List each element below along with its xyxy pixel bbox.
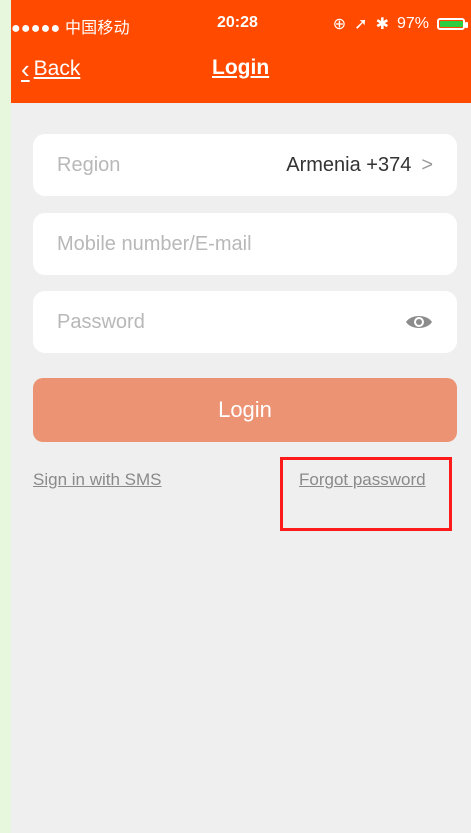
back-label: Back — [33, 57, 81, 80]
region-value-text: Armenia +374 — [286, 153, 412, 176]
forgot-password-link[interactable]: Forgot password — [299, 470, 455, 490]
battery-cap — [465, 22, 468, 28]
password-placeholder: Password — [57, 310, 145, 333]
chevron-right-icon: > — [421, 153, 433, 176]
page-title: Login — [212, 56, 270, 79]
status-bar: ●●●●● 中国移动 20:28 ⊕ ➚ ✱ 97% — [11, 0, 471, 40]
region-value: Armenia +374 > — [286, 154, 433, 177]
eye-icon[interactable] — [405, 313, 433, 331]
mobile-email-field[interactable]: Mobile number/E-mail — [33, 213, 457, 275]
chevron-left-icon: ‹ — [21, 54, 30, 84]
login-button[interactable]: Login — [33, 378, 457, 442]
region-label: Region — [57, 153, 121, 176]
mobile-email-placeholder: Mobile number/E-mail — [57, 232, 252, 255]
status-indicators: ⊕ ➚ ✱ 97% — [332, 14, 468, 34]
battery-percent: 97% — [396, 15, 429, 32]
battery-fill — [440, 21, 464, 27]
back-button[interactable]: ‹ Back — [21, 56, 80, 82]
highlight-box — [280, 457, 452, 531]
header-bar: ●●●●● 中国移动 20:28 ⊕ ➚ ✱ 97% ‹ Back Login — [11, 0, 471, 103]
left-margin-strip — [0, 0, 11, 833]
navigation-arrow-icon: ➚ — [354, 16, 368, 33]
battery-icon — [437, 18, 468, 30]
phone-screen: ●●●●● 中国移动 20:28 ⊕ ➚ ✱ 97% ‹ Back Login … — [11, 0, 471, 833]
bluetooth-icon: ✱ — [375, 16, 389, 33]
sign-in-with-sms-link[interactable]: Sign in with SMS — [33, 470, 162, 490]
region-selector[interactable]: Region Armenia +374 > — [33, 134, 457, 196]
location-icon: ⊕ — [332, 16, 347, 33]
carrier-label: ●●●●● 中国移动 — [11, 20, 130, 37]
status-time: 20:28 — [217, 14, 258, 31]
password-field[interactable]: Password — [33, 291, 457, 353]
nav-bar: ‹ Back Login — [11, 52, 471, 92]
